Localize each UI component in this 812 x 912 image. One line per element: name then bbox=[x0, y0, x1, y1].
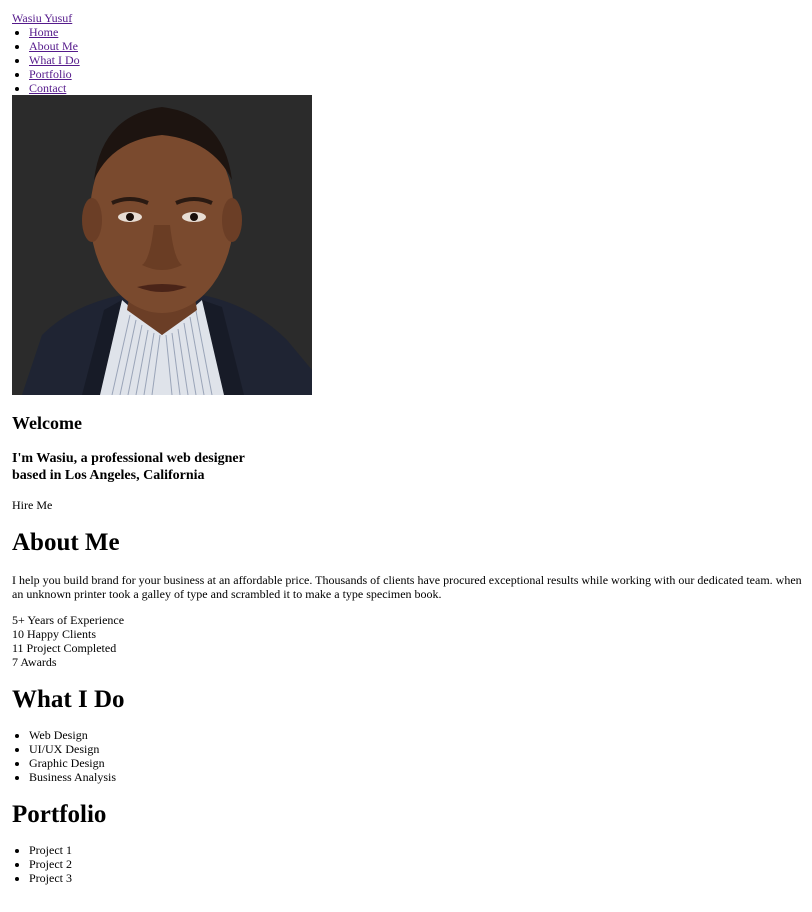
about-text: I help you build brand for your business… bbox=[12, 573, 802, 601]
service-item: Business Analysis bbox=[29, 770, 800, 784]
nav-item-contact: Contact bbox=[29, 81, 800, 95]
hero-tagline: I'm Wasiu, a professional web designer b… bbox=[12, 451, 245, 483]
nav-link-contact[interactable]: Contact bbox=[29, 81, 66, 95]
nav-link-portfolio[interactable]: Portfolio bbox=[29, 67, 72, 81]
service-item: Graphic Design bbox=[29, 756, 800, 770]
nav-link-about[interactable]: About Me bbox=[29, 39, 78, 53]
nav-link-home[interactable]: Home bbox=[29, 25, 58, 39]
service-item: UI/UX Design bbox=[29, 742, 800, 756]
portfolio-item: Project 1 bbox=[29, 843, 800, 857]
stat-awards: 7 Awards bbox=[12, 655, 57, 669]
profile-portrait-illustration bbox=[12, 95, 312, 395]
nav-link-what-i-do[interactable]: What I Do bbox=[29, 53, 80, 67]
nav-item-about: About Me bbox=[29, 39, 800, 53]
services-heading: What I Do bbox=[12, 686, 125, 713]
stat-projects: 11 Project Completed bbox=[12, 641, 117, 655]
services-list: Web Design UI/UX Design Graphic Design B… bbox=[12, 728, 800, 784]
hero-heading: Welcome bbox=[12, 413, 82, 433]
portfolio-heading: Portfolio bbox=[12, 801, 107, 828]
portfolio-item: Project 2 bbox=[29, 857, 800, 871]
hire-me-button[interactable]: Hire Me bbox=[12, 498, 800, 512]
brand-link[interactable]: Wasiu Yusuf bbox=[12, 11, 800, 25]
nav-item-portfolio: Portfolio bbox=[29, 67, 800, 81]
nav-item-home: Home bbox=[29, 25, 800, 39]
stat-experience: 5+ Years of Experience bbox=[12, 613, 125, 627]
profile-photo bbox=[12, 95, 312, 395]
about-stats: 5+ Years of Experience 10 Happy Clients … bbox=[12, 613, 800, 669]
stat-clients: 10 Happy Clients bbox=[12, 627, 96, 641]
service-item: Web Design bbox=[29, 728, 800, 742]
main-nav: Home About Me What I Do Portfolio Contac… bbox=[12, 25, 800, 95]
portfolio-list: Project 1 Project 2 Project 3 bbox=[12, 843, 800, 885]
portfolio-item: Project 3 bbox=[29, 871, 800, 885]
about-heading: About Me bbox=[12, 529, 120, 556]
nav-item-what-i-do: What I Do bbox=[29, 53, 800, 67]
page: Wasiu Yusuf Home About Me What I Do Port… bbox=[0, 0, 812, 885]
